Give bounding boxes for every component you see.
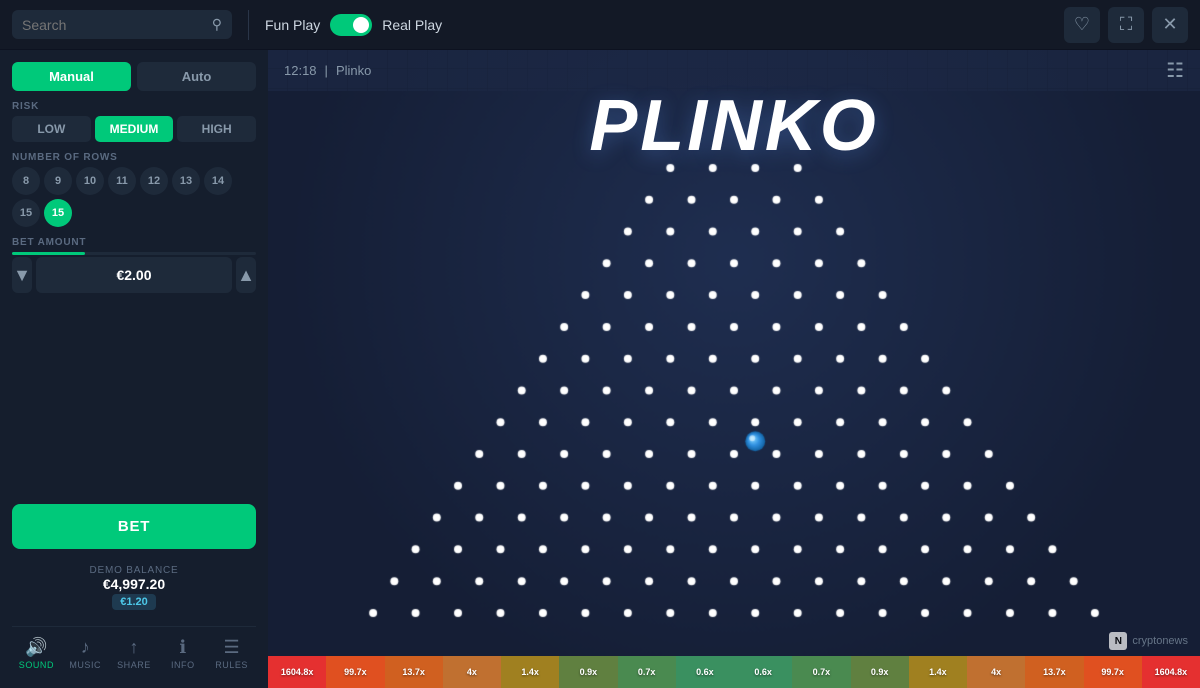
demo-balance: DEMO BALANCE €4,997.20 €1.20: [12, 559, 256, 616]
game-header: 12:18 | Plinko ☷: [268, 50, 1200, 91]
music-icon: ♪: [81, 637, 90, 658]
demo-badge: €1.20: [112, 594, 156, 610]
mode-toggle: Fun Play Real Play: [265, 14, 442, 36]
row-15-active[interactable]: 15: [44, 199, 72, 227]
nav-rules[interactable]: ☰ RULES: [207, 633, 256, 674]
header-divider: [248, 10, 249, 40]
bet-progress: [12, 252, 256, 255]
search-input[interactable]: [22, 17, 204, 33]
search-box[interactable]: ⚲: [12, 10, 232, 39]
multiplier-cell: 0.9x: [559, 656, 617, 688]
row-13[interactable]: 13: [172, 167, 200, 195]
multiplier-cell: 0.6x: [676, 656, 734, 688]
multiplier-cell: 99.7x: [1084, 656, 1142, 688]
multiplier-bar: 1604.8x99.7x13.7x4x1.4x0.9x0.7x0.6x0.6x0…: [268, 656, 1200, 688]
multiplier-cell: 99.7x: [326, 656, 384, 688]
tab-auto[interactable]: Auto: [137, 62, 256, 91]
bet-amount-row: ▼ ▲: [12, 257, 256, 293]
multiplier-cell: 0.7x: [618, 656, 676, 688]
plinko-board: [268, 91, 1200, 656]
plinko-canvas: [268, 91, 1200, 656]
bet-progress-fill: [12, 252, 85, 255]
settings-icon[interactable]: ☷: [1166, 58, 1184, 83]
close-button[interactable]: ✕: [1152, 7, 1188, 43]
favorite-button[interactable]: ♡: [1064, 7, 1100, 43]
rows-label: NUMBER OF ROWS: [12, 152, 256, 163]
watermark-icon: N: [1109, 632, 1127, 650]
row-12[interactable]: 12: [140, 167, 168, 195]
sound-icon: 🔊: [25, 637, 47, 658]
row-14[interactable]: 14: [204, 167, 232, 195]
header-icons: ♡ ⛶ ✕: [1064, 7, 1188, 43]
demo-balance-amount: €4,997.20: [12, 576, 256, 592]
multiplier-cell: 1604.8x: [268, 656, 326, 688]
risk-low[interactable]: LOW: [12, 116, 91, 142]
risk-high[interactable]: HIGH: [177, 116, 256, 142]
multiplier-cell: 1.4x: [501, 656, 559, 688]
row-11[interactable]: 11: [108, 167, 136, 195]
bet-increase-button[interactable]: ▲: [236, 257, 256, 293]
rows-section: NUMBER OF ROWS 8 9 10 11 12 13 14 15 15: [12, 152, 256, 227]
multiplier-cell: 0.9x: [851, 656, 909, 688]
real-play-label: Real Play: [382, 17, 442, 33]
rules-icon: ☰: [224, 637, 240, 658]
row-8[interactable]: 8: [12, 167, 40, 195]
nav-info[interactable]: ℹ INFO: [158, 633, 207, 674]
bet-section: BET AMOUNT ▼ ▲: [12, 237, 256, 293]
bet-decrease-button[interactable]: ▼: [12, 257, 32, 293]
bet-input[interactable]: [36, 257, 232, 293]
risk-label: RISK: [12, 101, 256, 112]
risk-row: LOW MEDIUM HIGH: [12, 116, 256, 142]
demo-balance-label: DEMO BALANCE: [12, 565, 256, 576]
multiplier-cell: 0.7x: [792, 656, 850, 688]
bet-label: BET AMOUNT: [12, 237, 256, 248]
mode-tabs: Manual Auto: [12, 62, 256, 91]
nav-share[interactable]: ↑ SHARE: [110, 633, 159, 674]
game-time: 12:18: [284, 63, 317, 78]
rows-row: 8 9 10 11 12 13 14 15 15: [12, 167, 256, 227]
multiplier-cell: 1.4x: [909, 656, 967, 688]
multiplier-cell: 13.7x: [1025, 656, 1083, 688]
watermark-text: cryptonews: [1132, 635, 1188, 647]
row-10[interactable]: 10: [76, 167, 104, 195]
mode-toggle-switch[interactable]: [330, 14, 372, 36]
row-15[interactable]: 15: [12, 199, 40, 227]
multiplier-cell: 13.7x: [385, 656, 443, 688]
bet-button[interactable]: BET: [12, 504, 256, 549]
bottom-nav: 🔊 SOUND ♪ MUSIC ↑ SHARE ℹ INFO ☰ RULES: [12, 626, 256, 676]
main-layout: Manual Auto RISK LOW MEDIUM HIGH NUMBER …: [0, 50, 1200, 688]
risk-medium[interactable]: MEDIUM: [95, 116, 174, 142]
game-time-title: 12:18 | Plinko: [284, 63, 371, 78]
info-icon: ℹ: [179, 637, 186, 658]
watermark: N cryptonews: [1109, 632, 1188, 650]
multiplier-cell: 4x: [967, 656, 1025, 688]
fun-play-label: Fun Play: [265, 17, 320, 33]
sidebar: Manual Auto RISK LOW MEDIUM HIGH NUMBER …: [0, 50, 268, 688]
header: ⚲ Fun Play Real Play ♡ ⛶ ✕: [0, 0, 1200, 50]
row-9[interactable]: 9: [44, 167, 72, 195]
nav-music[interactable]: ♪ MUSIC: [61, 633, 110, 674]
multiplier-cell: 4x: [443, 656, 501, 688]
risk-section: RISK LOW MEDIUM HIGH: [12, 101, 256, 142]
nav-sound[interactable]: 🔊 SOUND: [12, 633, 61, 674]
fullscreen-button[interactable]: ⛶: [1108, 7, 1144, 43]
search-icon: ⚲: [212, 16, 222, 33]
multiplier-cell: 0.6x: [734, 656, 792, 688]
game-area: 12:18 | Plinko ☷ PLINKO 1604.8x99.7x13.7…: [268, 50, 1200, 688]
share-icon: ↑: [129, 637, 138, 658]
tab-manual[interactable]: Manual: [12, 62, 131, 91]
game-title-text: Plinko: [336, 63, 371, 78]
multiplier-cell: 1604.8x: [1142, 656, 1200, 688]
